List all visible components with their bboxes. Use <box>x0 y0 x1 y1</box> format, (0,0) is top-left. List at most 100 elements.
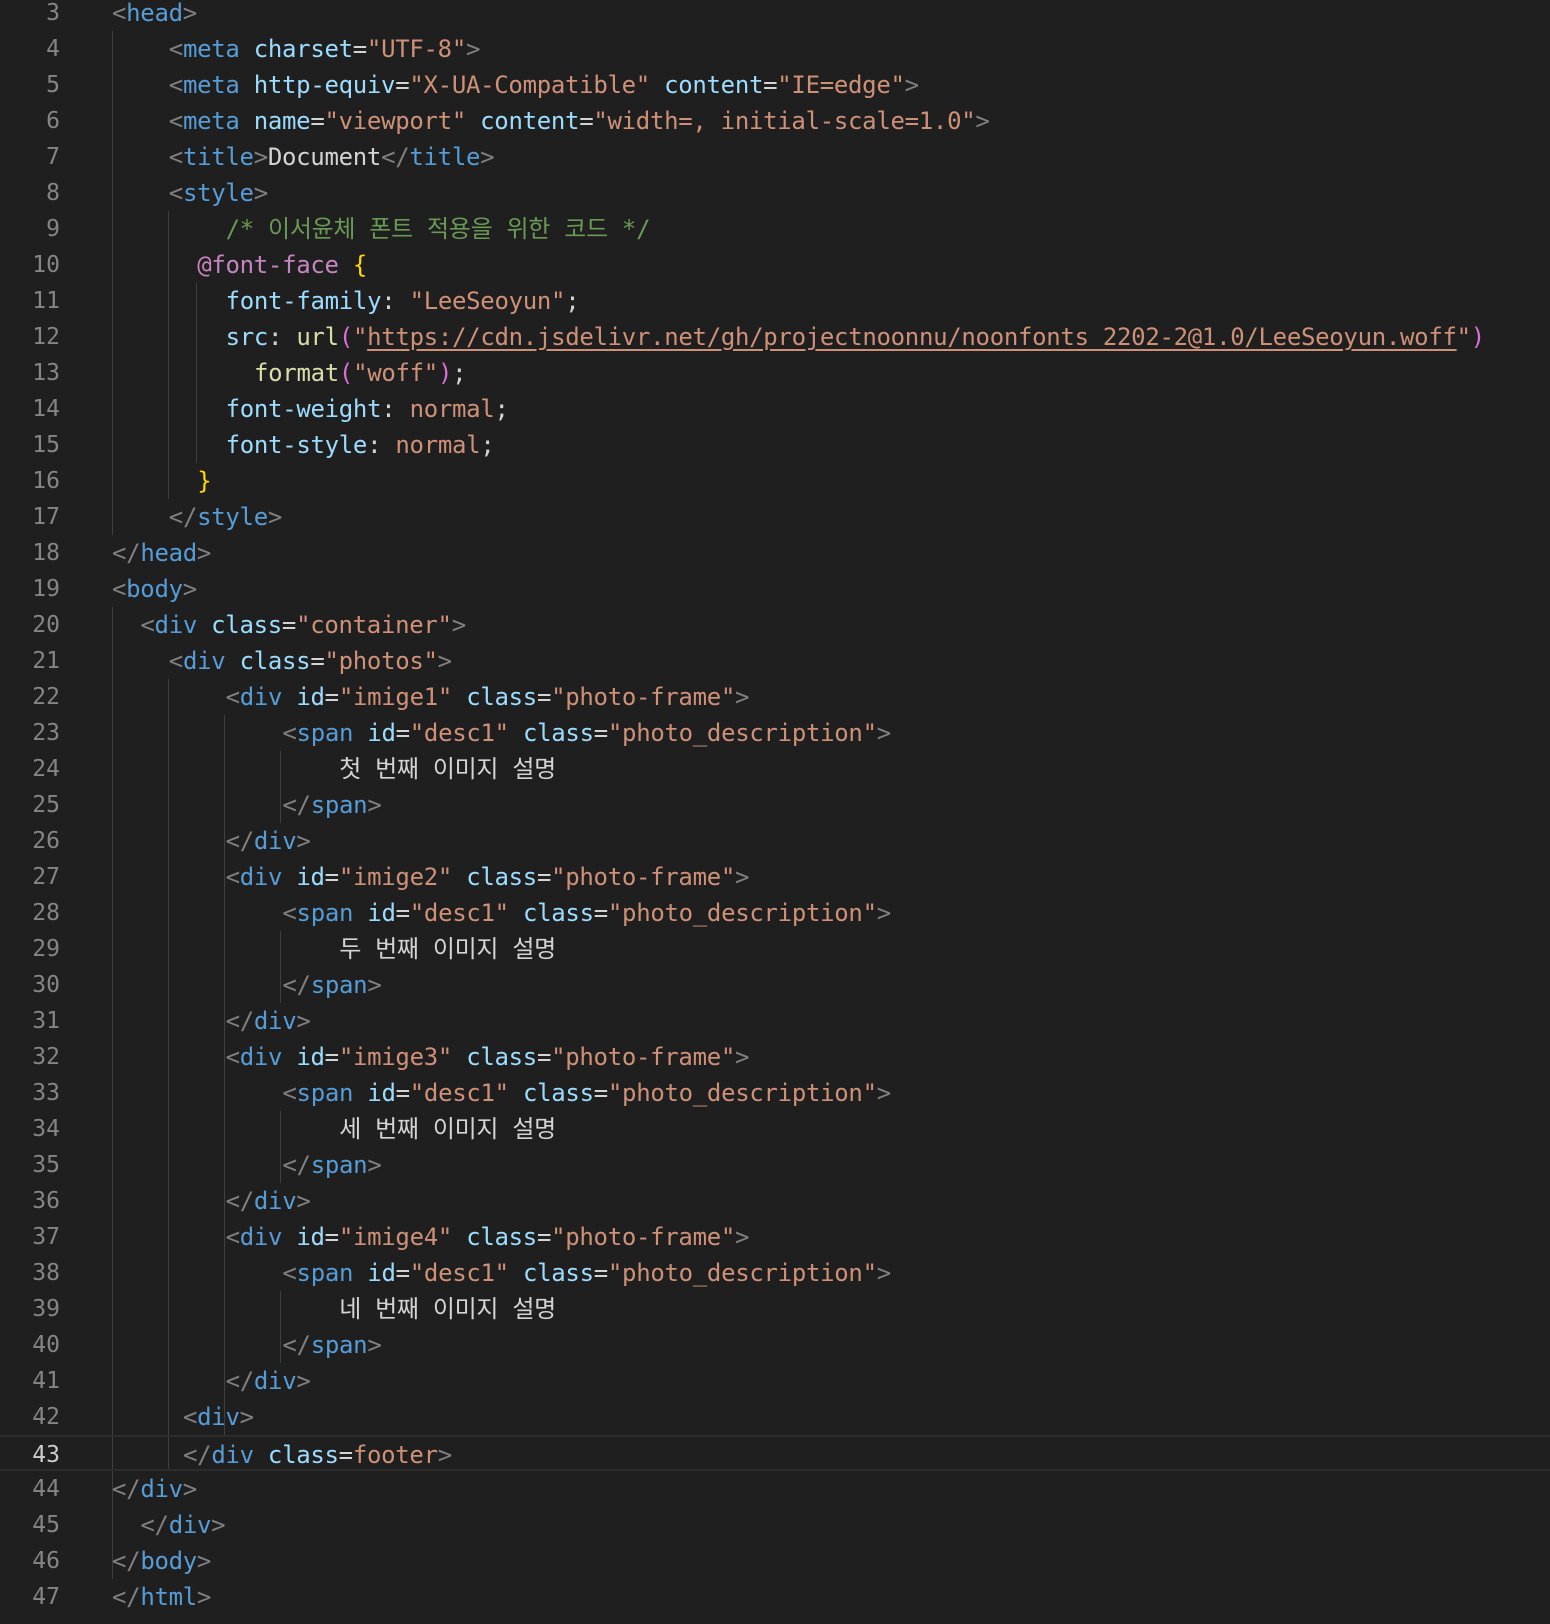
code-line[interactable]: 28 <span id="desc1" class="photo_descript… <box>0 895 1550 931</box>
code-line[interactable]: 44 </div> <box>0 1471 1550 1507</box>
code-line[interactable]: 18 </head> <box>0 535 1550 571</box>
code-line[interactable]: 19 <body> <box>0 571 1550 607</box>
code-text: <span id="desc1" class="photo_descriptio… <box>282 1255 891 1291</box>
code-line[interactable]: 8 <style> <box>0 175 1550 211</box>
line-number: 41 <box>32 1368 60 1394</box>
code-line[interactable]: 24 첫 번째 이미지 설명 <box>0 751 1550 787</box>
line-number: 31 <box>32 1008 60 1034</box>
code-line[interactable]: 13 format("woff"); <box>0 355 1550 391</box>
code-line[interactable]: 35 </span> <box>0 1147 1550 1183</box>
code-line[interactable]: 9 /* 이서윤체 폰트 적용을 위한 코드 */ <box>0 211 1550 247</box>
code-line[interactable]: 33 <span id="desc1" class="photo_descript… <box>0 1075 1550 1111</box>
code-line[interactable]: 29 두 번째 이미지 설명 <box>0 931 1550 967</box>
code-token: > <box>267 503 283 531</box>
code-line[interactable]: 32 <div id="imige3" class="photo-frame"> <box>0 1039 1550 1075</box>
line-number: 22 <box>32 684 60 710</box>
code-token: /* 이서윤체 폰트 적용을 위한 코드 */ <box>225 215 651 243</box>
code-text: <body> <box>112 571 197 607</box>
code-line[interactable]: 10 @font-face { <box>0 247 1550 283</box>
code-text: </div> <box>226 1363 311 1399</box>
code-line[interactable]: 26 </div> <box>0 823 1550 859</box>
code-line[interactable]: 27 <div id="imige2" class="photo-frame"> <box>0 859 1550 895</box>
code-token: https://cdn.jsdelivr.net/gh/projectnoonn… <box>367 323 1457 351</box>
code-line[interactable]: 4 <meta charset="UTF-8"> <box>0 31 1550 67</box>
code-line[interactable]: 5 <meta http-equiv="X-UA-Compatible" cont… <box>0 67 1550 103</box>
code-line[interactable]: 30 </span> <box>0 967 1550 1003</box>
code-line[interactable]: 6 <meta name="viewport" content="width=, … <box>0 103 1550 139</box>
code-token: ; <box>452 359 467 387</box>
code-text: </div> <box>226 823 311 859</box>
code-token: > <box>196 539 212 567</box>
code-token: = <box>310 107 325 135</box>
code-token: id <box>367 1079 396 1107</box>
code-token: id <box>296 1223 325 1251</box>
code-line[interactable]: 43 </div class=footer> <box>0 1435 1550 1471</box>
code-line[interactable]: 42 <div> <box>0 1399 1550 1435</box>
code-token: id <box>296 863 325 891</box>
code-line[interactable]: 47 </html> <box>0 1579 1550 1615</box>
code-token: : <box>268 323 297 351</box>
code-token: </ <box>381 143 410 171</box>
code-token: > <box>182 575 197 603</box>
code-text: 세 번째 이미지 설명 <box>339 1111 556 1147</box>
code-token: class <box>522 1259 594 1287</box>
code-token: @font-face <box>197 251 339 279</box>
code-token: < <box>112 0 127 27</box>
code-token: title <box>409 143 481 171</box>
code-line[interactable]: 39 네 번째 이미지 설명 <box>0 1291 1550 1327</box>
code-line[interactable]: 11 font-family: "LeeSeoyun"; <box>0 283 1550 319</box>
code-token: "desc1" <box>409 899 509 927</box>
code-token: Document <box>267 143 382 171</box>
line-number: 27 <box>32 864 60 890</box>
code-line[interactable]: 7 <title>Document</title> <box>0 139 1550 175</box>
code-line[interactable]: 36 </div> <box>0 1183 1550 1219</box>
code-token: = <box>579 107 594 135</box>
code-token: ; <box>480 431 495 459</box>
code-line[interactable]: 41 </div> <box>0 1363 1550 1399</box>
code-token: div <box>211 1441 254 1469</box>
code-line[interactable]: 40 </span> <box>0 1327 1550 1363</box>
code-token: > <box>182 1475 197 1503</box>
code-token: class <box>522 1079 594 1107</box>
code-token: span <box>296 1079 354 1107</box>
code-token: = <box>536 1223 552 1251</box>
code-line[interactable]: 45 </div> <box>0 1507 1550 1543</box>
code-token: = <box>281 611 297 639</box>
code-text: /* 이서윤체 폰트 적용을 위한 코드 */ <box>226 211 651 247</box>
code-line[interactable]: 37 <div id="imige4" class="photo-frame"> <box>0 1219 1550 1255</box>
code-line[interactable]: 3 <head> <box>0 0 1550 31</box>
code-token: > <box>211 1511 226 1539</box>
code-line[interactable]: 38 <span id="desc1" class="photo_descript… <box>0 1255 1550 1291</box>
code-line[interactable]: 21 <div class="photos"> <box>0 643 1550 679</box>
code-line[interactable]: 12 src: url("https://cdn.jsdelivr.net/gh/… <box>0 319 1550 355</box>
code-token: div <box>239 1223 283 1251</box>
code-text: </div> <box>112 1471 197 1507</box>
code-line[interactable]: 46 </body> <box>0 1543 1550 1579</box>
line-number: 40 <box>32 1332 60 1358</box>
code-text: <div id="imige4" class="photo-frame"> <box>226 1219 750 1255</box>
code-line[interactable]: 31 </div> <box>0 1003 1550 1039</box>
code-token: : <box>367 431 396 459</box>
code-token: " <box>352 323 368 351</box>
code-line[interactable]: 20 <div class="container"> <box>0 607 1550 643</box>
code-token: = <box>395 899 410 927</box>
code-line[interactable]: 34 세 번째 이미지 설명 <box>0 1111 1550 1147</box>
code-editor[interactable]: 3 <head> 4 <meta charset="UTF-8"> 5 <meta htt… <box>0 0 1550 1624</box>
code-line[interactable]: 23 <span id="desc1" class="photo_descript… <box>0 715 1550 751</box>
code-text: </span> <box>282 1327 381 1363</box>
code-line[interactable]: 15 font-style: normal; <box>0 427 1550 463</box>
code-token: id <box>296 1043 325 1071</box>
code-token: class <box>267 1441 339 1469</box>
line-number: 24 <box>32 756 60 782</box>
code-line[interactable]: 14 font-weight: normal; <box>0 391 1550 427</box>
line-number: 38 <box>32 1260 60 1286</box>
code-token: < <box>168 647 183 675</box>
code-line[interactable]: 17 </style> <box>0 499 1550 535</box>
code-line[interactable]: 25 </span> <box>0 787 1550 823</box>
code-text: <div id="imige3" class="photo-frame"> <box>226 1039 750 1075</box>
code-token: div <box>253 1367 297 1395</box>
code-line[interactable]: 16} <box>0 463 1550 499</box>
code-line[interactable]: 22 <div id="imige1" class="photo-frame"> <box>0 679 1550 715</box>
